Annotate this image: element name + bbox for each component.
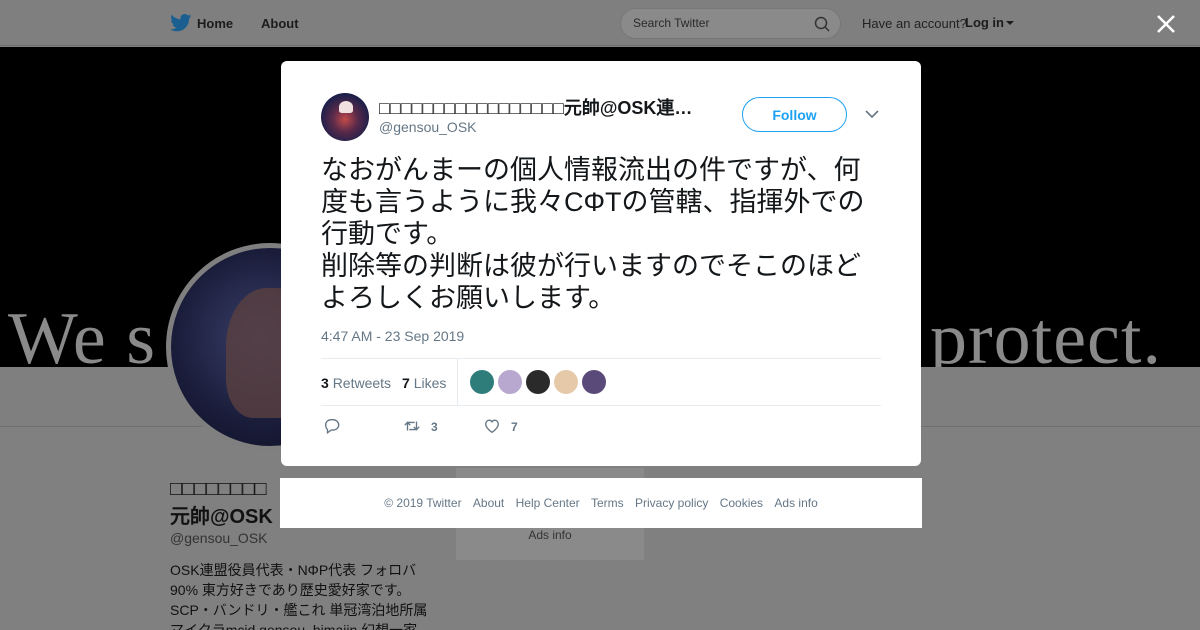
footer-ads-link[interactable]: Ads info — [774, 496, 817, 510]
search-input[interactable]: Search Twitter — [620, 8, 841, 39]
retweet-button[interactable] — [403, 417, 421, 437]
profile-bio: OSK連盟役員代表・NΦP代表 フォロバ 90% 東方好きであり歴史愛好家です。… — [170, 560, 440, 630]
tweet-author-avatar[interactable] — [321, 93, 369, 141]
footer-terms-link[interactable]: Terms — [591, 496, 624, 510]
liker-avatar[interactable] — [582, 370, 606, 394]
banner-text-left: We s — [8, 298, 157, 367]
tweet-author-handle[interactable]: @gensou_OSK — [379, 119, 477, 135]
twitter-bird-icon[interactable] — [170, 14, 192, 32]
search-placeholder: Search Twitter — [633, 16, 710, 30]
footer-links: © 2019 Twitter About Help Center Terms P… — [280, 496, 922, 510]
chevron-down-icon[interactable] — [865, 109, 879, 119]
bio-line: 90% 東方好きであり歴史愛好家です。 — [170, 582, 411, 598]
tweet-actions: 3 7 — [321, 417, 881, 437]
footer-cookies-link[interactable]: Cookies — [720, 496, 763, 510]
caret-down-icon — [1006, 21, 1014, 25]
retweets-label: Retweets — [332, 375, 392, 391]
likes-stat[interactable]: 7 Likes — [402, 375, 446, 391]
likes-label: Likes — [413, 375, 447, 391]
retweet-action-count: 3 — [431, 420, 438, 434]
liker-avatar[interactable] — [470, 370, 494, 394]
retweet-icon — [404, 421, 420, 431]
tweet-author-name[interactable]: □□□□□□□□□□□□□□□□□元帥@OSK連盟役員代表 — [379, 94, 699, 120]
search-icon[interactable] — [814, 16, 830, 32]
reply-icon — [325, 419, 340, 435]
liker-avatar[interactable] — [554, 370, 578, 394]
footer-about-link[interactable]: About — [473, 496, 504, 510]
top-navigation: Home About Search Twitter Have an accoun… — [0, 0, 1200, 46]
have-account-text: Have an account? — [862, 16, 967, 31]
like-button[interactable] — [483, 417, 501, 437]
side-card-ads-info[interactable]: Ads info — [456, 528, 644, 542]
bio-line: マイクラmcid gensou_himajin 幻想一家 — [170, 622, 418, 630]
nav-about-link[interactable]: About — [261, 16, 299, 31]
heart-icon — [485, 419, 499, 434]
nav-home-link[interactable]: Home — [197, 16, 233, 31]
bio-line: SCP・バンドリ・艦これ 単冠湾泊地所属 — [170, 602, 428, 618]
profile-handle: @gensou_OSK — [170, 530, 268, 546]
stats-divider — [457, 359, 458, 405]
retweets-count: 3 — [321, 375, 329, 391]
tweet-stats: 3 Retweets 7 Likes — [321, 358, 881, 406]
liker-avatar[interactable] — [526, 370, 550, 394]
tweet-timestamp[interactable]: 4:47 AM - 23 Sep 2019 — [321, 328, 464, 344]
tweet-text: なおがんまーの個人情報流出の件ですが、何度も言うように我々CΦTの管轄、指揮外で… — [321, 155, 865, 313]
liker-avatar[interactable] — [498, 370, 522, 394]
tweet-modal: □□□□□□□□□□□□□□□□□元帥@OSK連盟役員代表 @gensou_OS… — [281, 61, 921, 466]
footer-help-link[interactable]: Help Center — [516, 496, 580, 510]
modal-footer: © 2019 Twitter About Help Center Terms P… — [280, 478, 922, 528]
retweets-stat[interactable]: 3 Retweets — [321, 375, 391, 391]
avatar-hat — [339, 101, 353, 113]
likes-count: 7 — [402, 375, 410, 391]
login-link[interactable]: Log in — [965, 15, 1014, 30]
like-action-count: 7 — [511, 420, 518, 434]
close-icon[interactable] — [1154, 12, 1178, 36]
footer-copyright: © 2019 Twitter — [384, 496, 462, 510]
footer-privacy-link[interactable]: Privacy policy — [635, 496, 708, 510]
bio-line: OSK連盟役員代表・NΦP代表 フォロバ — [170, 562, 417, 578]
login-label: Log in — [965, 15, 1004, 30]
banner-text-right: protect. — [930, 298, 1162, 367]
reply-button[interactable] — [323, 417, 341, 437]
follow-button[interactable]: Follow — [742, 97, 847, 132]
